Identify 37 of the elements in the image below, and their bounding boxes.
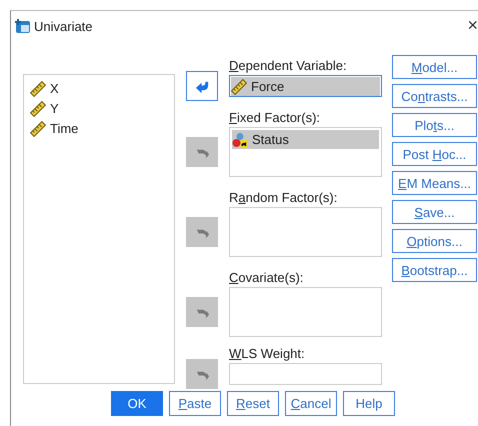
window-title: Univariate: [34, 18, 93, 34]
variable-item[interactable]: Time: [30, 119, 174, 138]
variable-list-box[interactable]: [229, 287, 382, 337]
variable-list-box[interactable]: Status: [229, 127, 382, 177]
dialog-button[interactable]: Plots...: [392, 113, 477, 137]
close-button[interactable]: ×: [463, 15, 478, 36]
field-label: Random Factor(s):: [229, 189, 338, 207]
nominal-variable-icon: [232, 132, 248, 148]
field-label: Fixed Factor(s):: [229, 109, 322, 127]
ok-button[interactable]: OK: [111, 391, 163, 416]
variable-item[interactable]: Status: [232, 130, 379, 149]
move-arrow-button[interactable]: [186, 71, 218, 101]
field-label: Covariate(s):: [229, 269, 304, 287]
dialog-button[interactable]: Model...: [392, 55, 477, 79]
dialog-button[interactable]: Save...: [392, 200, 477, 224]
dialog-button[interactable]: EM Means...: [392, 171, 477, 195]
field-label: WLS Weight:: [229, 345, 306, 363]
ruler-icon: [231, 78, 247, 94]
dialog-button[interactable]: Bootstrap...: [392, 258, 477, 282]
move-arrow-button[interactable]: [186, 297, 218, 327]
move-arrow-button[interactable]: [186, 359, 218, 389]
source-variable-list[interactable]: X Y Time: [23, 74, 175, 384]
move-arrow-button[interactable]: [186, 137, 218, 167]
dialog-button[interactable]: Paste: [169, 391, 221, 416]
move-arrow-button[interactable]: [186, 217, 218, 247]
variable-field[interactable]: [229, 363, 382, 385]
dialog-button[interactable]: Contrasts...: [392, 84, 477, 108]
variable-item[interactable]: X: [30, 79, 174, 98]
dialog-button[interactable]: Reset: [227, 391, 279, 416]
field-label: Dependent Variable:: [229, 57, 348, 75]
variable-list-box[interactable]: [229, 207, 382, 257]
dialog-button[interactable]: Cancel: [285, 391, 337, 416]
dialog-button[interactable]: Post Hoc...: [392, 142, 477, 166]
dialog-button[interactable]: Options...: [392, 229, 477, 253]
dialog-button[interactable]: Help: [343, 391, 395, 416]
app-icon: [15, 18, 31, 34]
variable-item[interactable]: Y: [30, 99, 174, 118]
